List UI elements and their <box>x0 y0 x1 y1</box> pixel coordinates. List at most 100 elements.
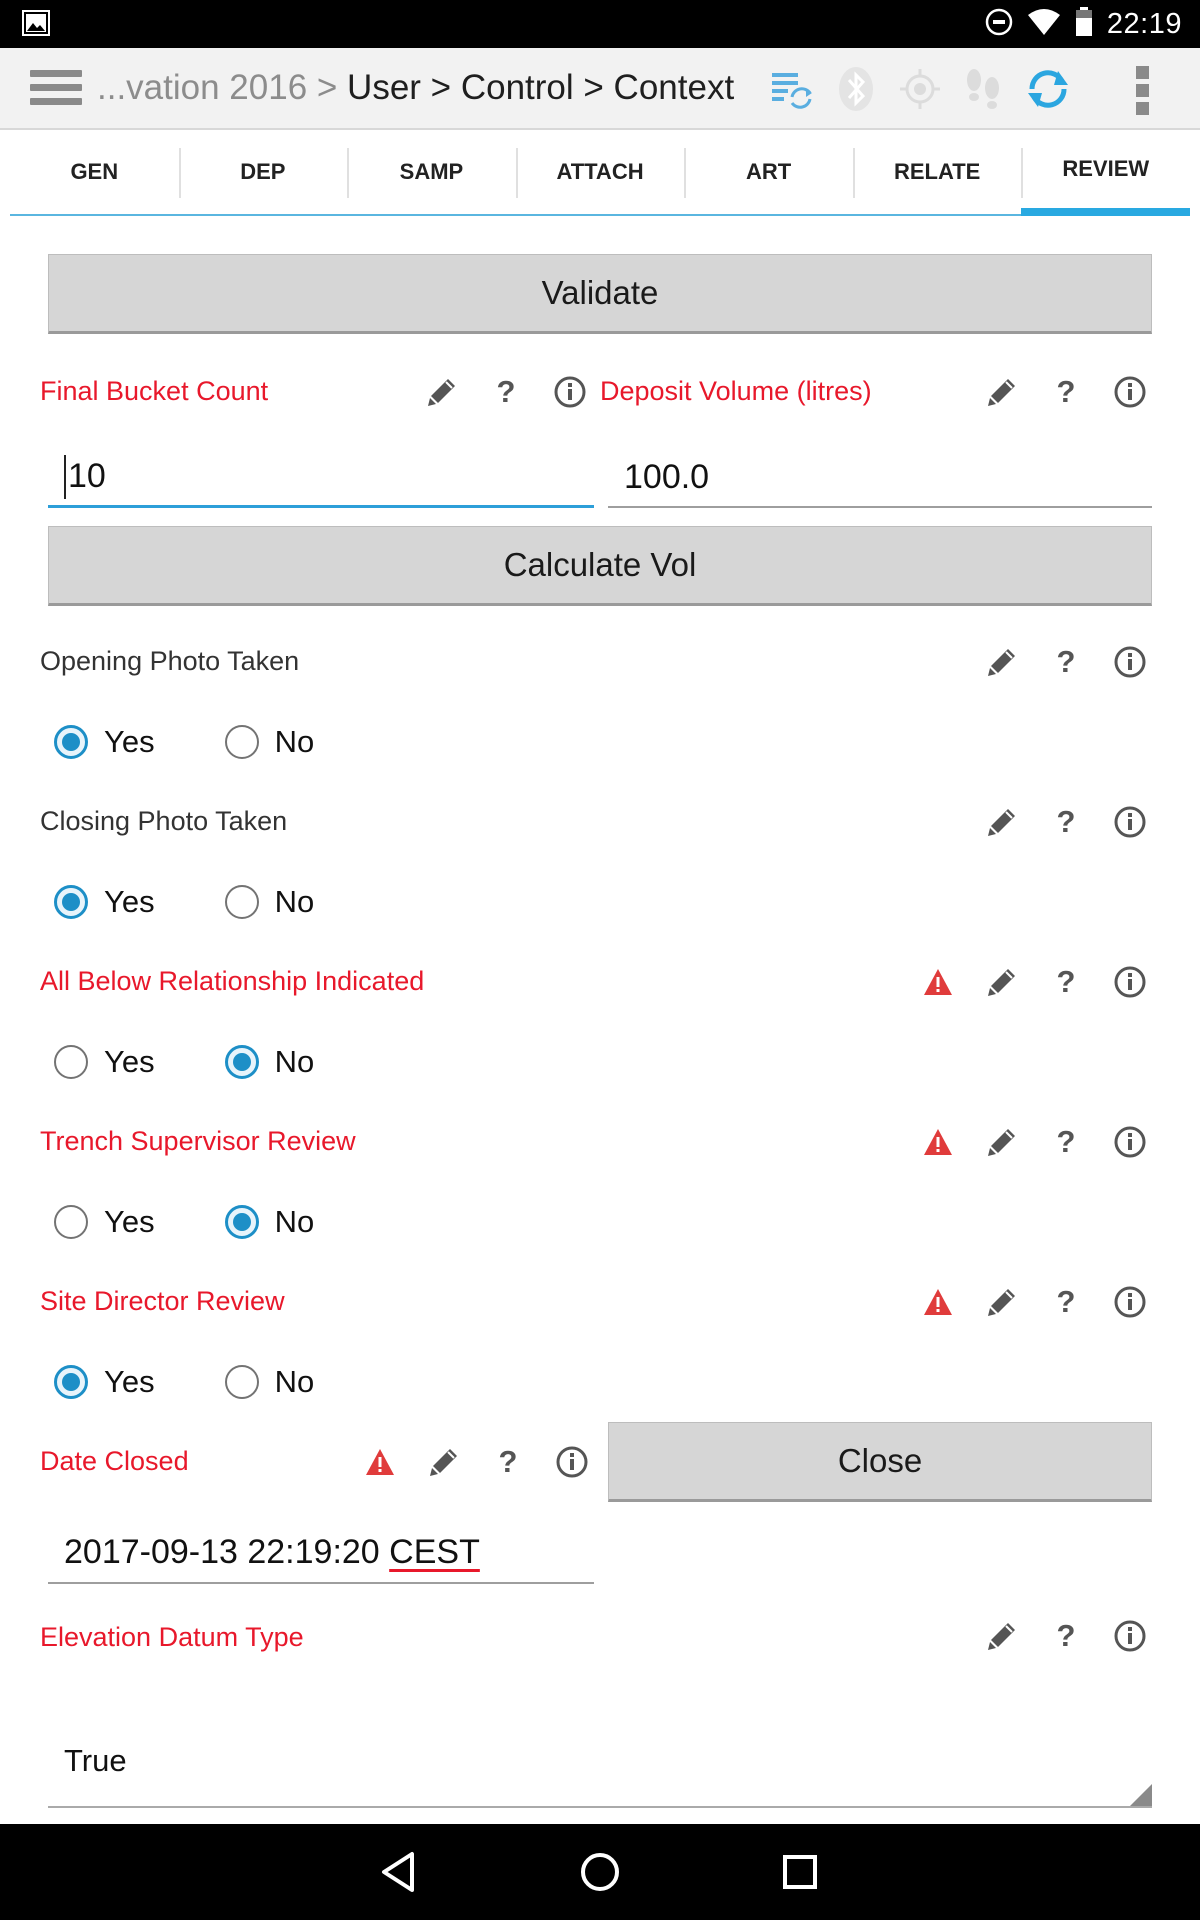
breadcrumb-prefix: ...vation 2016 > <box>97 68 348 107</box>
help-icon[interactable]: ? <box>1034 1616 1098 1656</box>
site-director-yes-radio[interactable]: Yes <box>54 1364 155 1400</box>
tab-dep[interactable]: DEP <box>178 130 348 216</box>
closing-photo-yes-radio[interactable]: Yes <box>54 884 155 920</box>
help-glyph: ? <box>1056 1284 1076 1319</box>
closing-photo-no-radio[interactable]: No <box>224 884 314 920</box>
site-director-no-radio[interactable]: No <box>224 1364 314 1400</box>
opening-photo-radio-group: Yes No <box>54 718 384 766</box>
info-icon[interactable] <box>1098 802 1162 842</box>
help-glyph: ? <box>496 374 516 409</box>
final-bucket-count-input[interactable]: 10 <box>48 448 594 508</box>
bluetooth-icon[interactable] <box>824 64 888 114</box>
site-director-radio-group: Yes No <box>54 1358 384 1406</box>
info-icon[interactable] <box>1098 1282 1162 1322</box>
overflow-menu-icon[interactable] <box>1136 66 1152 116</box>
pencil-icon[interactable] <box>970 1616 1034 1656</box>
elevation-datum-select[interactable]: True <box>48 1716 1152 1808</box>
navigation-bar <box>0 1824 1200 1920</box>
trench-supervisor-radio-group: Yes No <box>54 1198 384 1246</box>
info-icon[interactable] <box>540 1442 604 1482</box>
info-icon[interactable] <box>1098 962 1162 1002</box>
all-below-no-radio[interactable]: No <box>224 1044 315 1080</box>
trench-supervisor-label: Trench Supervisor Review <box>40 1126 356 1156</box>
help-icon[interactable]: ? <box>1034 372 1098 412</box>
tab-bar: GEN DEP SAMP ATTACH ART RELATE REVIEW <box>10 130 1191 216</box>
status-bar: 22:19 <box>0 0 1200 48</box>
menu-icon[interactable] <box>30 70 82 110</box>
pencil-icon[interactable] <box>970 1282 1034 1322</box>
warning-icon[interactable] <box>348 1442 412 1482</box>
breadcrumb[interactable]: ...vation 2016 > User > Control > Contex… <box>97 68 734 108</box>
pencil-icon[interactable] <box>970 962 1034 1002</box>
warning-icon[interactable] <box>906 1122 970 1162</box>
date-closed-value: 2017-09-13 22:19:20 <box>64 1532 390 1571</box>
tab-gen[interactable]: GEN <box>10 130 179 216</box>
date-closed-label: Date Closed <box>40 1446 189 1476</box>
dnd-icon <box>985 8 1013 41</box>
help-glyph: ? <box>1056 1618 1076 1653</box>
gallery-icon <box>22 10 50 41</box>
info-icon[interactable] <box>1098 642 1162 682</box>
back-icon[interactable] <box>370 1842 430 1902</box>
tab-art[interactable]: ART <box>684 130 853 216</box>
refresh-icon[interactable] <box>1016 64 1080 114</box>
tab-review[interactable]: REVIEW <box>1021 130 1191 216</box>
battery-icon <box>1075 6 1093 42</box>
trench-supervisor-no-radio[interactable]: No <box>224 1204 314 1240</box>
opening-photo-no-radio[interactable]: No <box>224 724 314 760</box>
help-icon[interactable]: ? <box>1034 962 1098 1002</box>
warning-icon[interactable] <box>906 962 970 1002</box>
home-icon[interactable] <box>570 1842 630 1902</box>
warning-icon[interactable] <box>906 1282 970 1322</box>
action-bar: ...vation 2016 > User > Control > Contex… <box>0 48 1200 130</box>
info-icon[interactable] <box>538 372 602 412</box>
pencil-icon[interactable] <box>970 372 1034 412</box>
sync-list-icon[interactable] <box>760 64 824 114</box>
help-glyph: ? <box>498 1444 518 1479</box>
recents-icon[interactable] <box>770 1842 830 1902</box>
yes-label: Yes <box>104 1044 155 1079</box>
final-bucket-count-value: 10 <box>68 457 106 495</box>
opening-photo-yes-radio[interactable]: Yes <box>54 724 155 760</box>
all-below-yes-radio[interactable]: Yes <box>54 1044 155 1080</box>
help-icon[interactable]: ? <box>474 372 538 412</box>
opening-photo-label: Opening Photo Taken <box>40 646 300 676</box>
help-glyph: ? <box>1056 374 1076 409</box>
validate-button[interactable]: Validate <box>48 254 1152 334</box>
pencil-icon[interactable] <box>970 1122 1034 1162</box>
text-cursor <box>64 454 66 499</box>
yes-label: Yes <box>104 884 155 919</box>
tab-samp[interactable]: SAMP <box>347 130 516 216</box>
help-icon[interactable]: ? <box>476 1442 540 1482</box>
all-below-label: All Below Relationship Indicated <box>40 966 425 996</box>
date-closed-input[interactable]: 2017-09-13 22:19:20 CEST <box>48 1522 594 1584</box>
deposit-volume-label: Deposit Volume (litres) <box>600 376 872 406</box>
yes-label: Yes <box>104 1204 155 1239</box>
help-glyph: ? <box>1056 804 1076 839</box>
tab-attach[interactable]: ATTACH <box>515 130 685 216</box>
pencil-icon[interactable] <box>970 802 1034 842</box>
clock: 22:19 <box>1106 7 1182 40</box>
help-glyph: ? <box>1056 644 1076 679</box>
no-label: No <box>274 1044 315 1079</box>
tracking-icon[interactable] <box>952 64 1016 114</box>
help-icon[interactable]: ? <box>1034 642 1098 682</box>
pencil-icon[interactable] <box>412 1442 476 1482</box>
trench-supervisor-yes-radio[interactable]: Yes <box>54 1204 155 1240</box>
final-bucket-count-label: Final Bucket Count <box>40 376 269 406</box>
tab-relate[interactable]: RELATE <box>852 130 1022 216</box>
pencil-icon[interactable] <box>410 372 474 412</box>
site-director-label: Site Director Review <box>40 1286 285 1316</box>
deposit-volume-input[interactable]: 100.0 <box>608 448 1152 508</box>
help-icon[interactable]: ? <box>1034 1282 1098 1322</box>
yes-label: Yes <box>104 724 155 759</box>
help-icon[interactable]: ? <box>1034 802 1098 842</box>
info-icon[interactable] <box>1098 1122 1162 1162</box>
calculate-vol-button[interactable]: Calculate Vol <box>48 526 1152 606</box>
gps-icon[interactable] <box>888 64 952 114</box>
help-icon[interactable]: ? <box>1034 1122 1098 1162</box>
pencil-icon[interactable] <box>970 642 1034 682</box>
info-icon[interactable] <box>1098 372 1162 412</box>
info-icon[interactable] <box>1098 1616 1162 1656</box>
close-button[interactable]: Close <box>608 1422 1152 1502</box>
